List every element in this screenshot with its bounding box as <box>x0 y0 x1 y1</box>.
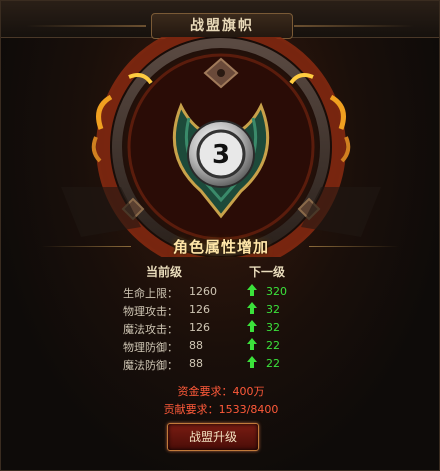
stat-label: 魔法防御： <box>123 359 178 372</box>
stat-label: 魔法攻击： <box>123 323 178 336</box>
up-arrow-icon <box>247 338 257 350</box>
guild-level-badge: 3 <box>172 102 270 219</box>
section-divider-left <box>41 246 131 247</box>
contribution-requirement: 贡献要求：1533/8400 <box>163 403 279 416</box>
stat-label: 生命上限： <box>123 287 178 300</box>
stat-next-value: 22 <box>266 339 280 352</box>
stat-row: 魔法防御： 88 22 <box>1 356 439 377</box>
column-header-next: 下一级 <box>249 265 286 279</box>
up-arrow-icon <box>247 284 257 296</box>
gold-requirement: 资金要求：400万 <box>177 385 265 398</box>
stat-row: 物理防御： 88 22 <box>1 338 439 359</box>
stat-next-value: 32 <box>266 303 280 316</box>
stat-current-value: 88 <box>189 357 203 370</box>
stat-row: 物理攻击： 126 32 <box>1 302 439 323</box>
stat-row: 魔法攻击： 126 32 <box>1 320 439 341</box>
stat-next-value: 22 <box>266 357 280 370</box>
stat-current-value: 126 <box>189 303 210 316</box>
badge-level-number: 3 <box>212 140 230 170</box>
stat-label: 物理防御： <box>123 341 178 354</box>
guild-upgrade-button[interactable]: 战盟升级 <box>167 423 259 451</box>
column-header-current: 当前级 <box>146 265 183 279</box>
up-arrow-icon <box>247 356 257 368</box>
up-arrow-icon <box>247 320 257 332</box>
stat-current-value: 126 <box>189 321 210 334</box>
stat-next-value: 320 <box>266 285 287 298</box>
up-arrow-icon <box>247 302 257 314</box>
section-divider-right <box>309 246 399 247</box>
window-title: 战盟旗帜 <box>151 13 293 39</box>
stat-current-value: 1260 <box>189 285 217 298</box>
guild-banner-panel: 战盟旗帜 3 角色属性增加 当前级 下一级 生命上限： 1260 320 物理攻… <box>0 0 440 471</box>
title-divider-left <box>26 25 146 27</box>
section-title: 角色属性增加 <box>172 238 269 256</box>
stat-next-value: 32 <box>266 321 280 334</box>
stat-label: 物理攻击： <box>123 305 178 318</box>
stat-row: 生命上限： 1260 320 <box>1 284 439 305</box>
title-divider-right <box>294 25 414 27</box>
stat-current-value: 88 <box>189 339 203 352</box>
